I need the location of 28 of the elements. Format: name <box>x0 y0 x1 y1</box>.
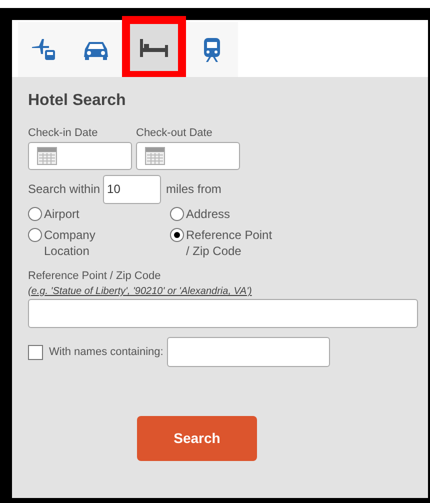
reference-label: Reference Point / Zip Code <box>28 268 162 284</box>
tab[interactable] <box>18 22 70 77</box>
reference-hint: (e.g. 'Statue of Liberty', '90210' or 'Alexandria, VA') <box>28 285 253 299</box>
panel-title: Hotel Search <box>28 91 127 111</box>
field-label: Check-out Date <box>136 126 214 141</box>
name-field[interactable] <box>167 337 330 367</box>
tab[interactable] <box>122 16 186 79</box>
field-label: Check-in Date <box>28 126 99 141</box>
date-field[interactable] <box>136 142 240 170</box>
search-button[interactable]: Search <box>137 416 257 461</box>
radio-option[interactable]: Airport <box>28 206 170 222</box>
radio-option[interactable]: Reference Point / Zip Code <box>170 226 416 258</box>
calendar-icon <box>37 146 57 164</box>
tab[interactable] <box>186 22 238 77</box>
search-within-label: Search within <box>28 181 100 198</box>
radio-option[interactable]: Company Location <box>28 226 170 258</box>
names-label: With names containing: <box>49 344 164 360</box>
tab[interactable] <box>70 22 122 77</box>
reference-field[interactable] <box>28 299 418 328</box>
plane-bus-icon <box>30 38 58 62</box>
bed-icon <box>138 36 170 58</box>
train-icon <box>201 36 223 62</box>
calendar-icon <box>145 146 165 164</box>
distance-field[interactable]: 10 <box>103 174 162 204</box>
miles-from-label: miles from <box>166 181 222 198</box>
checkbox[interactable] <box>28 344 43 360</box>
date-field[interactable] <box>28 142 132 170</box>
radio-option[interactable]: Address <box>170 206 416 222</box>
